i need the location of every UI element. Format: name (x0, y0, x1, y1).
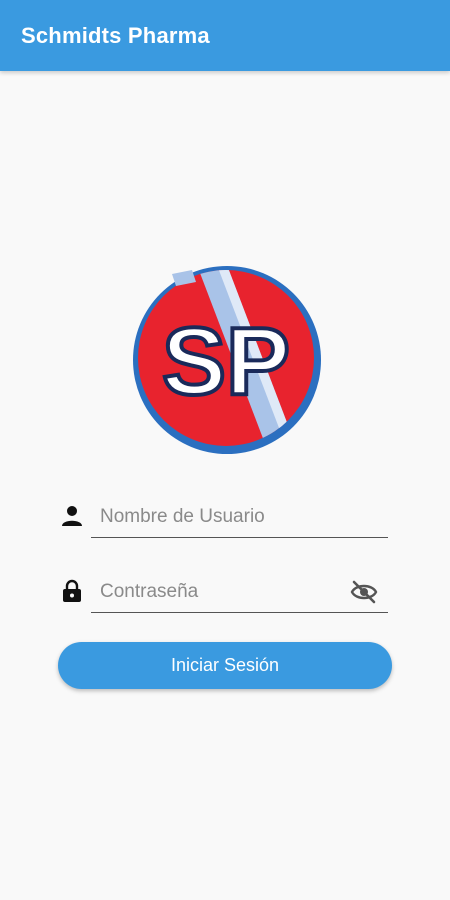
company-logo: SP (133, 266, 321, 454)
person-icon (62, 506, 82, 526)
password-input[interactable] (100, 577, 340, 607)
lock-icon (63, 579, 81, 602)
login-button[interactable]: Iniciar Sesión (58, 642, 392, 689)
username-input[interactable] (100, 502, 340, 532)
username-underline (91, 537, 388, 538)
logo-text: SP (162, 308, 290, 415)
password-underline (91, 612, 388, 613)
login-screen: Schmidts Pharma SP Nombre de Usuario Ini… (0, 0, 450, 900)
password-field (58, 573, 390, 613)
app-bar: Schmidts Pharma (0, 0, 450, 71)
app-title: Schmidts Pharma (21, 23, 210, 48)
username-field (58, 498, 390, 538)
visibility-off-icon[interactable] (350, 579, 378, 605)
